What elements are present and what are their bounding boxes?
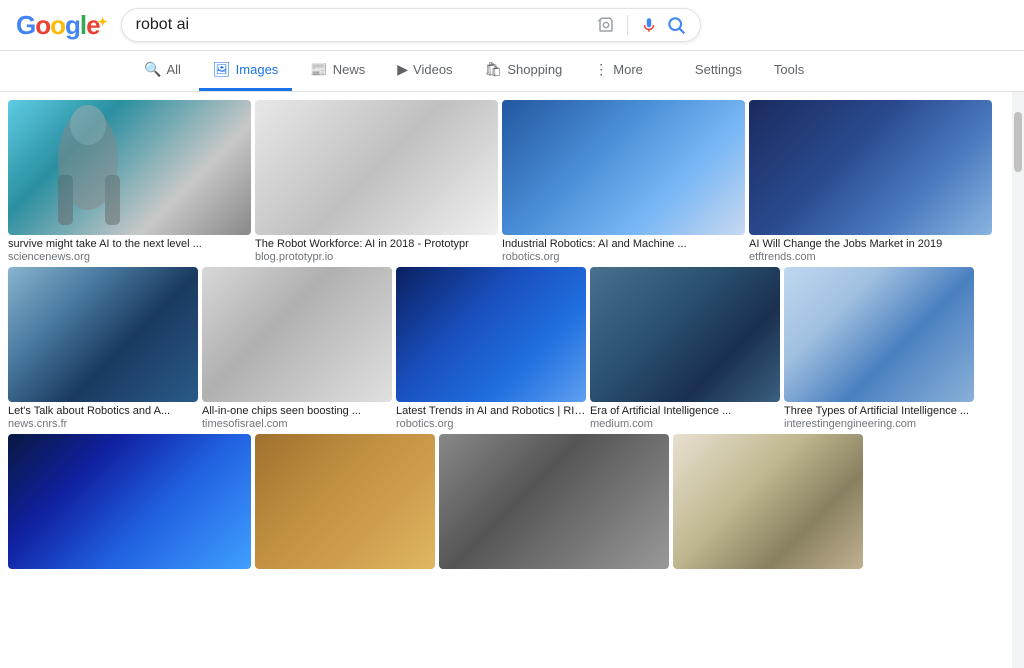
image-card-11[interactable] <box>255 434 435 569</box>
scrollbar[interactable] <box>1012 92 1024 668</box>
image-title-2: The Robot Workforce: AI in 2018 - Protot… <box>255 238 498 250</box>
image-title-5: Let's Talk about Robotics and A... <box>8 405 198 417</box>
more-icon: ⋮ <box>594 61 608 78</box>
tab-images[interactable]: 🖼 Images <box>199 51 292 91</box>
image-card-10[interactable] <box>8 434 251 569</box>
tab-videos[interactable]: ▶ Videos <box>383 51 466 91</box>
tab-settings[interactable]: Settings <box>681 52 756 90</box>
image-source-4: etftrends.com <box>749 251 992 263</box>
nav-tabs: 🔍 All 🖼 Images 📰 News ▶ Videos 🛍 Shoppin… <box>0 51 1024 92</box>
voice-search-button[interactable] <box>640 16 658 34</box>
image-source-6: timesofisrael.com <box>202 418 392 430</box>
image-card-7[interactable]: Latest Trends in AI and Robotics | RIA .… <box>396 267 586 430</box>
scrollbar-thumb[interactable] <box>1014 112 1022 172</box>
header: Google✦ <box>0 0 1024 51</box>
divider <box>627 15 628 35</box>
image-card-9[interactable]: Three Types of Artificial Intelligence .… <box>784 267 974 430</box>
image-title-3: Industrial Robotics: AI and Machine ... <box>502 238 745 250</box>
google-logo: Google✦ <box>16 10 109 41</box>
image-card-3[interactable]: Industrial Robotics: AI and Machine ... … <box>502 100 745 263</box>
content-area: survive might take AI to the next level … <box>0 92 1024 577</box>
tab-news[interactable]: 📰 News <box>296 51 379 91</box>
image-card-5[interactable]: Let's Talk about Robotics and A... news.… <box>8 267 198 430</box>
image-card-4[interactable]: AI Will Change the Jobs Market in 2019 e… <box>749 100 992 263</box>
search-button[interactable] <box>666 15 686 35</box>
image-source-2: blog.prototypr.io <box>255 251 498 263</box>
tab-all[interactable]: 🔍 All <box>130 51 195 91</box>
image-card-1[interactable]: survive might take AI to the next level … <box>8 100 251 263</box>
image-source-1: sciencenews.org <box>8 251 251 263</box>
image-source-7: robotics.org <box>396 418 586 430</box>
videos-icon: ▶ <box>397 61 408 78</box>
image-source-5: news.cnrs.fr <box>8 418 198 430</box>
image-source-9: interestingengineering.com <box>784 418 974 430</box>
tab-more[interactable]: ⋮ More <box>580 51 657 91</box>
tab-shopping[interactable]: 🛍 Shopping <box>471 51 577 91</box>
image-title-1: survive might take AI to the next level … <box>8 238 251 250</box>
image-card-2[interactable]: The Robot Workforce: AI in 2018 - Protot… <box>255 100 498 263</box>
image-title-9: Three Types of Artificial Intelligence .… <box>784 405 974 417</box>
image-grid: survive might take AI to the next level … <box>0 92 1024 577</box>
images-icon: 🖼 <box>213 61 231 78</box>
image-row-1: survive might take AI to the next level … <box>8 100 1016 263</box>
image-title-6: All-in-one chips seen boosting ... <box>202 405 392 417</box>
news-icon: 📰 <box>310 61 327 78</box>
image-card-8[interactable]: Era of Artificial Intelligence ... mediu… <box>590 267 780 430</box>
image-row-3 <box>8 434 1016 569</box>
image-source-8: medium.com <box>590 418 780 430</box>
all-icon: 🔍 <box>144 61 161 78</box>
shopping-icon: 🛍 <box>485 61 503 78</box>
search-bar <box>121 8 701 42</box>
image-card-12[interactable] <box>439 434 669 569</box>
camera-search-button[interactable] <box>597 16 615 34</box>
image-title-4: AI Will Change the Jobs Market in 2019 <box>749 238 992 250</box>
image-row-2: Let's Talk about Robotics and A... news.… <box>8 267 1016 430</box>
image-title-7: Latest Trends in AI and Robotics | RIA .… <box>396 405 586 417</box>
image-card-6[interactable]: All-in-one chips seen boosting ... times… <box>202 267 392 430</box>
image-source-3: robotics.org <box>502 251 745 263</box>
tab-tools[interactable]: Tools <box>760 52 818 90</box>
image-card-13[interactable] <box>673 434 863 569</box>
search-input[interactable] <box>136 16 589 34</box>
image-title-8: Era of Artificial Intelligence ... <box>590 405 780 417</box>
